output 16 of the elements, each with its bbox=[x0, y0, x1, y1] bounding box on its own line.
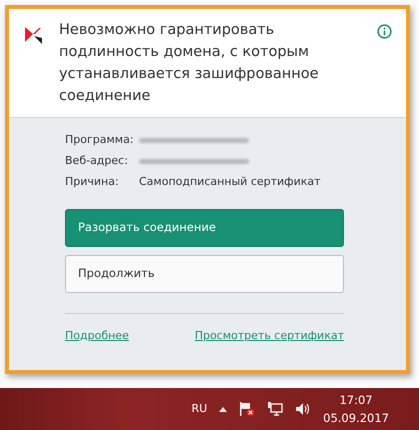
speaker-icon[interactable] bbox=[295, 402, 312, 416]
detail-label: Причина: bbox=[65, 174, 120, 190]
clock-date[interactable]: 05.09.2017 bbox=[323, 409, 389, 427]
continue-button[interactable]: Продолжить bbox=[65, 255, 344, 293]
disconnect-button[interactable]: Разорвать соединение bbox=[65, 209, 344, 247]
show-hidden-icons-icon[interactable] bbox=[219, 406, 228, 412]
flag-icon[interactable] bbox=[239, 401, 256, 417]
detail-label: Веб-адрес: bbox=[65, 153, 129, 170]
info-icon[interactable] bbox=[377, 24, 392, 39]
detail-label: Программа: bbox=[65, 132, 135, 148]
logo-icon bbox=[25, 25, 43, 45]
network-icon[interactable] bbox=[267, 401, 284, 417]
dialog-title: Невозможно гарантировать подлинность домена, с которым устанавливается зашифрованное соединение bbox=[59, 21, 320, 106]
language-indicator[interactable]: RU bbox=[191, 400, 208, 418]
detail-value: Самоподписанный сертификат bbox=[139, 174, 321, 190]
clock-time[interactable]: 17:07 bbox=[323, 391, 389, 409]
